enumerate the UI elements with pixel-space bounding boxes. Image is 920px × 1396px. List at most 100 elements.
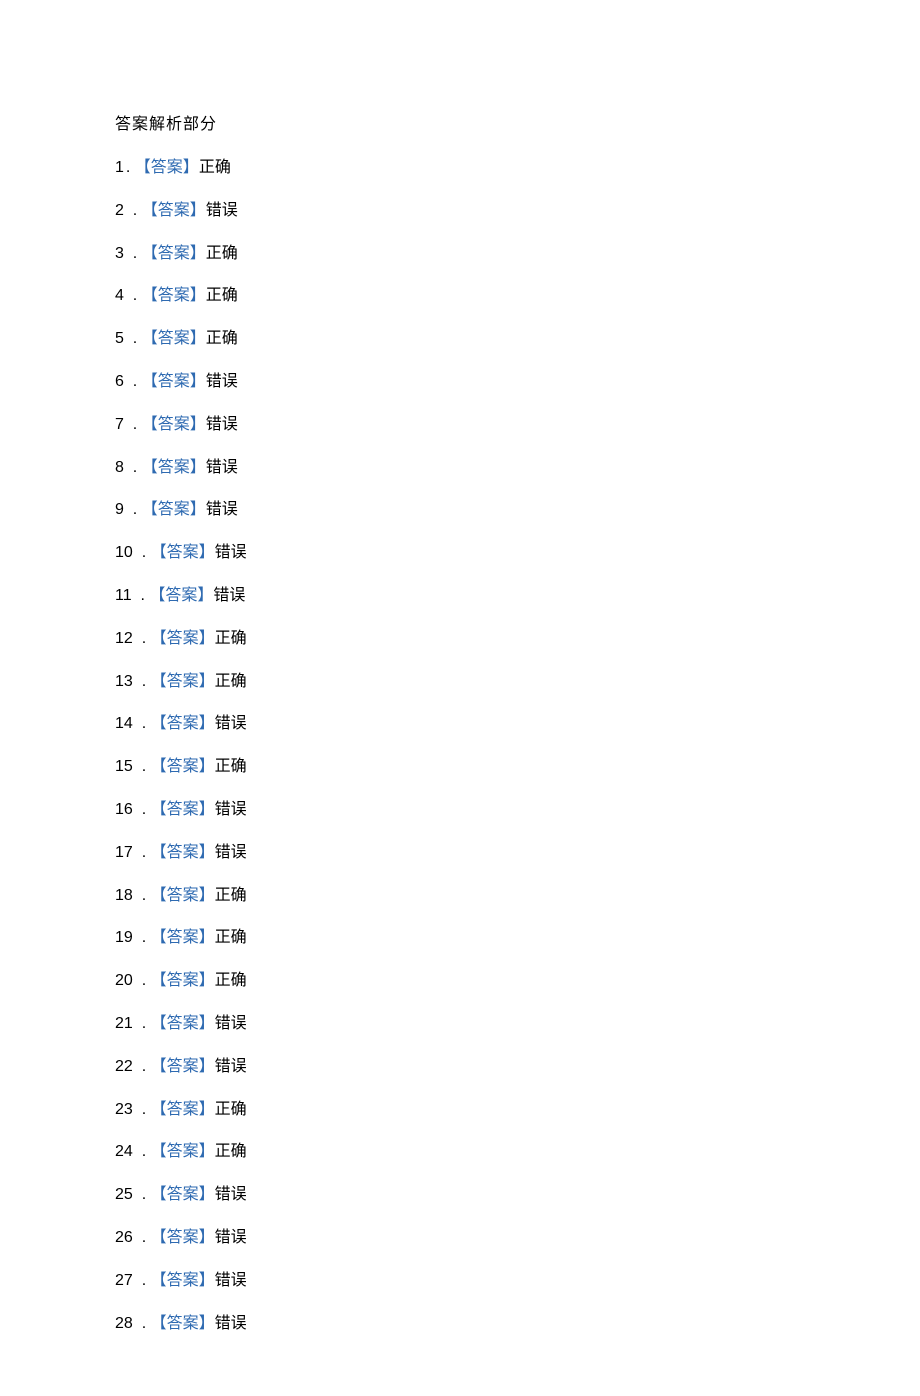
answer-label: 【答案】 — [142, 329, 206, 350]
answer-line: 22 . 【答案】错误 — [115, 1057, 920, 1078]
answer-separator: . — [124, 458, 142, 479]
answer-label: 【答案】 — [142, 415, 206, 436]
answer-line: 20 . 【答案】正确 — [115, 971, 920, 992]
answer-separator: . — [133, 800, 151, 821]
answer-separator: . — [132, 586, 150, 607]
answer-separator: . — [124, 286, 142, 307]
answer-number: 5 — [115, 329, 124, 350]
answer-number: 11 — [115, 586, 132, 607]
answer-value: 正确 — [206, 244, 238, 265]
answer-value: 错误 — [215, 714, 247, 735]
section-title: 答案解析部分 — [115, 110, 920, 134]
answer-number: 10 — [115, 543, 133, 564]
answer-label: 【答案】 — [151, 1314, 215, 1335]
answer-value: 错误 — [215, 1271, 247, 1292]
answer-number: 19 — [115, 928, 133, 949]
answer-label: 【答案】 — [151, 971, 215, 992]
answer-value: 正确 — [206, 329, 238, 350]
answer-line: 21 . 【答案】错误 — [115, 1014, 920, 1035]
answer-number: 25 — [115, 1185, 133, 1206]
answer-line: 18 . 【答案】正确 — [115, 886, 920, 907]
answer-label: 【答案】 — [151, 800, 215, 821]
answer-label: 【答案】 — [151, 1228, 215, 1249]
answer-number: 8 — [115, 458, 124, 479]
answer-label: 【答案】 — [142, 458, 206, 479]
answer-line: 19 . 【答案】正确 — [115, 928, 920, 949]
answer-value: 错误 — [206, 201, 238, 222]
answer-value: 正确 — [215, 672, 247, 693]
answer-number: 20 — [115, 971, 133, 992]
answer-label: 【答案】 — [142, 500, 206, 521]
answer-value: 正确 — [206, 286, 238, 307]
answer-separator: . — [133, 629, 151, 650]
answer-label: 【答案】 — [151, 629, 215, 650]
answer-separator: . — [124, 329, 142, 350]
answer-value: 错误 — [215, 800, 247, 821]
answer-line: 5 . 【答案】正确 — [115, 329, 920, 350]
answer-separator: . — [133, 672, 151, 693]
answer-number: 23 — [115, 1100, 133, 1121]
answer-separator: . — [133, 714, 151, 735]
answer-separator: . — [133, 1142, 151, 1163]
answer-line: 24 . 【答案】正确 — [115, 1142, 920, 1163]
answer-number: 28 — [115, 1314, 133, 1335]
answer-value: 错误 — [206, 458, 238, 479]
answer-separator: . — [124, 201, 142, 222]
answer-number: 18 — [115, 886, 133, 907]
answer-line: 7 . 【答案】错误 — [115, 415, 920, 436]
answer-label: 【答案】 — [135, 158, 199, 179]
answer-number: 9 — [115, 500, 124, 521]
answer-line: 15 . 【答案】正确 — [115, 757, 920, 778]
answer-number: 24 — [115, 1142, 133, 1163]
answer-separator: . — [133, 971, 151, 992]
answer-line: 14 . 【答案】错误 — [115, 714, 920, 735]
answer-separator: . — [124, 500, 142, 521]
answer-line: 11 . 【答案】错误 — [115, 586, 920, 607]
answer-separator: . — [124, 372, 142, 393]
answer-separator: . — [133, 1014, 151, 1035]
answer-line: 9 . 【答案】错误 — [115, 500, 920, 521]
answer-line: 28 . 【答案】错误 — [115, 1314, 920, 1335]
answer-label: 【答案】 — [151, 1100, 215, 1121]
answer-line: 8 . 【答案】错误 — [115, 458, 920, 479]
answer-separator: . — [133, 886, 151, 907]
answer-separator: . — [133, 1314, 151, 1335]
answer-value: 正确 — [215, 1142, 247, 1163]
answer-value: 错误 — [215, 1014, 247, 1035]
answer-label: 【答案】 — [142, 286, 206, 307]
answer-number: 16 — [115, 800, 133, 821]
answer-number: 3 — [115, 244, 124, 265]
answer-label: 【答案】 — [151, 1185, 215, 1206]
answer-separator: . — [133, 757, 151, 778]
answer-separator: . — [126, 158, 135, 179]
answer-label: 【答案】 — [151, 757, 215, 778]
answer-number: 7 — [115, 415, 124, 436]
answer-line: 2 . 【答案】错误 — [115, 201, 920, 222]
answer-value: 错误 — [215, 843, 247, 864]
answer-line: 26 . 【答案】错误 — [115, 1228, 920, 1249]
answer-separator: . — [133, 1100, 151, 1121]
answer-label: 【答案】 — [151, 714, 215, 735]
answer-line: 27 . 【答案】错误 — [115, 1271, 920, 1292]
answer-value: 正确 — [215, 1100, 247, 1121]
answer-separator: . — [124, 415, 142, 436]
answer-label: 【答案】 — [151, 672, 215, 693]
answer-value: 正确 — [199, 158, 231, 179]
answer-value: 正确 — [215, 757, 247, 778]
answer-number: 26 — [115, 1228, 133, 1249]
answer-value: 错误 — [215, 1185, 247, 1206]
answer-line: 3 . 【答案】正确 — [115, 244, 920, 265]
answer-number: 27 — [115, 1271, 133, 1292]
answer-value: 错误 — [213, 586, 245, 607]
answer-label: 【答案】 — [149, 586, 213, 607]
answer-label: 【答案】 — [142, 201, 206, 222]
answer-label: 【答案】 — [151, 1057, 215, 1078]
answer-number: 15 — [115, 757, 133, 778]
answer-label: 【答案】 — [142, 372, 206, 393]
answer-number: 4 — [115, 286, 124, 307]
answer-separator: . — [133, 1228, 151, 1249]
answer-value: 错误 — [206, 372, 238, 393]
answer-value: 错误 — [215, 1314, 247, 1335]
answer-line: 16 . 【答案】错误 — [115, 800, 920, 821]
answer-separator: . — [124, 244, 142, 265]
